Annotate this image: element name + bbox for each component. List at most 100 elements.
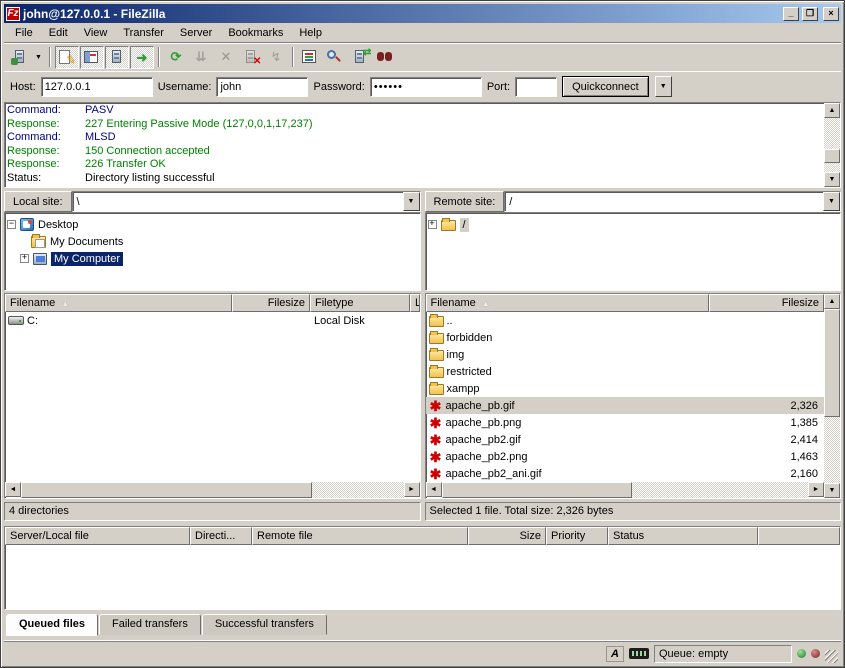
menu-edit[interactable]: Edit <box>41 24 76 42</box>
username-input[interactable] <box>216 77 308 97</box>
remote-v-scrollbar[interactable]: ▲ ▼ <box>824 294 840 498</box>
local-tree[interactable]: − Desktop My Documents + My Computer <box>4 212 421 291</box>
file-row[interactable]: .. <box>426 312 825 329</box>
my-documents-icon <box>31 236 46 248</box>
remote-tree[interactable]: + / <box>425 212 842 291</box>
process-queue-icon: ⇊ <box>195 50 206 64</box>
message-log-icon: ✎ <box>58 49 75 65</box>
tree-item-desktop[interactable]: − Desktop <box>7 216 418 233</box>
scroll-up-icon[interactable]: ▲ <box>824 294 840 309</box>
compare-directories-button[interactable] <box>323 46 347 69</box>
port-label: Port: <box>487 81 510 93</box>
menu-help[interactable]: Help <box>291 24 330 42</box>
column-priority[interactable]: Priority <box>546 527 608 545</box>
close-button[interactable]: × <box>823 7 839 21</box>
toggle-queue-button[interactable]: ➜ <box>130 46 154 69</box>
tree-item-root[interactable]: + / <box>428 216 839 233</box>
toggle-message-log-button[interactable]: ✎ <box>55 46 79 69</box>
column-filesize[interactable]: Filesize <box>232 294 310 312</box>
scroll-down-icon[interactable]: ▼ <box>824 483 840 498</box>
file-row[interactable]: restricted <box>426 363 825 380</box>
file-row[interactable]: ✱apache_pb2_ani.gif 2,160 <box>426 465 825 482</box>
speed-limit-icon[interactable] <box>629 648 649 659</box>
tree-item-my-computer[interactable]: + My Computer <box>7 250 418 267</box>
maximize-button[interactable]: ❒ <box>802 7 818 21</box>
column-size[interactable]: Size <box>468 527 546 545</box>
menu-transfer[interactable]: Transfer <box>115 24 172 42</box>
menu-server[interactable]: Server <box>172 24 220 42</box>
column-status[interactable]: Status <box>608 527 758 545</box>
data-type-indicator[interactable]: A <box>606 646 624 662</box>
file-row[interactable]: xampp <box>426 380 825 397</box>
expand-icon[interactable]: + <box>428 220 437 229</box>
username-label: Username: <box>158 81 212 93</box>
resize-grip[interactable] <box>825 650 838 663</box>
tab-queued-files[interactable]: Queued files <box>6 614 98 636</box>
file-row[interactable]: forbidden <box>426 329 825 346</box>
refresh-button[interactable]: ⟳ <box>164 46 188 69</box>
disconnect-button[interactable]: ✕ <box>239 46 263 69</box>
find-files-button[interactable] <box>373 46 397 69</box>
site-manager-dropdown[interactable]: ▼ <box>32 54 45 61</box>
column-filesize[interactable]: Filesize <box>709 294 825 312</box>
scroll-up-icon[interactable]: ▲ <box>824 103 840 118</box>
local-file-list[interactable]: C: Local Disk <box>5 312 420 482</box>
column-filename[interactable]: Filename ▲ <box>5 294 232 312</box>
local-site-path: \ <box>73 196 403 208</box>
file-row-selected[interactable]: ✱apache_pb.gif 2,326 <box>426 397 825 414</box>
file-row[interactable]: img <box>426 346 825 363</box>
file-lists: Filename ▲ Filesize Filetype L C: Local … <box>4 293 841 521</box>
expand-icon[interactable]: + <box>20 254 29 263</box>
scroll-right-icon[interactable]: ► <box>404 482 420 497</box>
column-filetype[interactable]: Filetype <box>310 294 410 312</box>
log-scrollbar[interactable]: ▲ ▼ <box>824 103 840 187</box>
remote-h-scrollbar[interactable]: ◄ ► <box>426 482 825 498</box>
menu-file[interactable]: File <box>7 24 41 42</box>
remote-site-combo[interactable]: / ▼ <box>504 191 841 212</box>
combo-dropdown-icon[interactable]: ▼ <box>823 192 840 211</box>
file-row[interactable]: ✱apache_pb.png 1,385 <box>426 414 825 431</box>
file-row[interactable]: ✱apache_pb2.png 1,463 <box>426 448 825 465</box>
scroll-down-icon[interactable]: ▼ <box>824 172 840 187</box>
toolbar-separator <box>292 47 294 67</box>
column-direction[interactable]: Directi... <box>190 527 252 545</box>
remote-file-list[interactable]: .. forbidden img restricted <box>426 312 825 482</box>
cancel-button[interactable]: ✕ <box>214 46 238 69</box>
synchronized-browsing-button[interactable]: ⇄ <box>348 46 372 69</box>
local-site-combo[interactable]: \ ▼ <box>72 191 421 212</box>
toggle-local-tree-button[interactable] <box>80 46 104 69</box>
menu-view[interactable]: View <box>76 24 116 42</box>
column-last-modified[interactable]: L <box>410 294 420 312</box>
process-queue-button[interactable]: ⇊ <box>189 46 213 69</box>
message-log[interactable]: Command:PASV Response:227 Entering Passi… <box>4 102 841 188</box>
column-server-local-file[interactable]: Server/Local file <box>5 527 190 545</box>
collapse-icon[interactable]: − <box>7 220 16 229</box>
tab-successful-transfers[interactable]: Successful transfers <box>202 614 327 635</box>
reconnect-button[interactable]: ↯ <box>264 46 288 69</box>
scroll-left-icon[interactable]: ◄ <box>426 482 442 497</box>
scroll-left-icon[interactable]: ◄ <box>5 482 21 497</box>
column-remote-file[interactable]: Remote file <box>252 527 468 545</box>
menu-bookmarks[interactable]: Bookmarks <box>220 24 291 42</box>
directory-filter-button[interactable] <box>298 46 322 69</box>
queue-list[interactable] <box>5 545 840 609</box>
scroll-right-icon[interactable]: ► <box>808 482 824 497</box>
tree-item-my-documents[interactable]: My Documents <box>7 233 418 250</box>
column-filename[interactable]: Filename ▲ <box>426 294 709 312</box>
password-input[interactable] <box>370 77 482 97</box>
file-row[interactable]: ✱apache_pb2.gif 2,414 <box>426 431 825 448</box>
minimize-button[interactable]: _ <box>783 7 799 21</box>
tab-failed-transfers[interactable]: Failed transfers <box>99 614 201 635</box>
port-input[interactable] <box>515 77 557 97</box>
title-bar[interactable]: Fz john@127.0.0.1 - FileZilla _ ❒ × <box>4 4 841 23</box>
site-manager-button[interactable] <box>7 46 31 69</box>
toggle-remote-tree-button[interactable] <box>105 46 129 69</box>
log-line: Status:Directory listing successful <box>7 172 822 186</box>
host-label: Host: <box>10 81 36 93</box>
local-h-scrollbar[interactable]: ◄ ► <box>5 482 420 498</box>
host-input[interactable] <box>41 77 153 97</box>
file-row-c-drive[interactable]: C: Local Disk <box>5 312 420 329</box>
quickconnect-button[interactable]: Quickconnect <box>562 76 649 97</box>
combo-dropdown-icon[interactable]: ▼ <box>403 192 420 211</box>
quickconnect-dropdown[interactable]: ▼ <box>655 76 672 97</box>
